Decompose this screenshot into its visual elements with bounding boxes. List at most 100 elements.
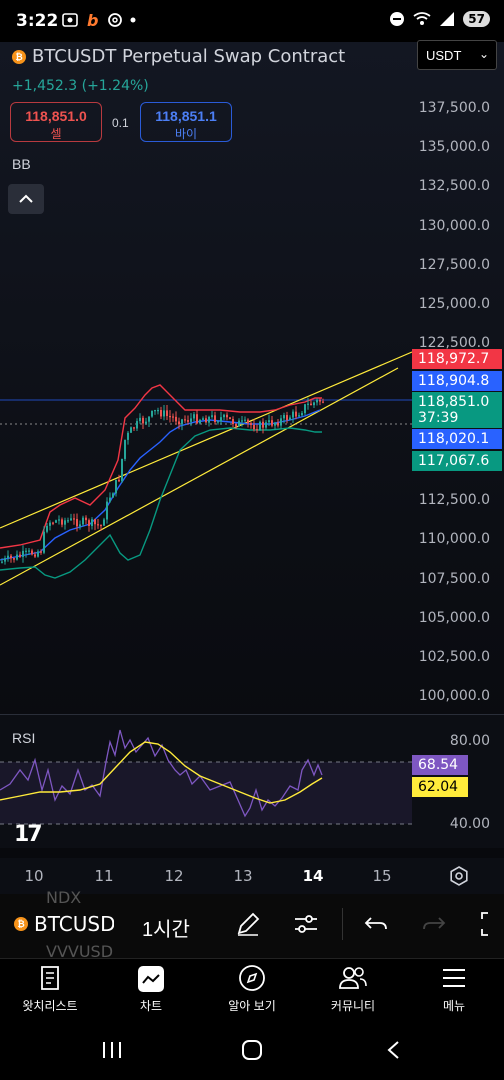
rsi-chart[interactable]	[0, 714, 412, 848]
candle-body	[109, 497, 111, 502]
nav-menu[interactable]: 메뉴	[404, 964, 504, 1014]
candle-body	[304, 404, 306, 414]
candle-body	[229, 417, 231, 420]
candle-body	[208, 416, 210, 423]
nav-label: 메뉴	[442, 999, 466, 1013]
candle-body	[253, 424, 255, 430]
price-axis-label: 130,000.0	[418, 218, 490, 234]
status-system-icons: 57	[389, 11, 490, 27]
symbol-search-button[interactable]: ₿ BTCUSDT	[14, 912, 114, 936]
indicator-label-bb[interactable]: BB	[12, 156, 31, 172]
candle-body	[34, 554, 36, 557]
candle-body	[307, 403, 309, 405]
candle-body	[283, 415, 285, 419]
spread-value: 0.1	[112, 116, 129, 130]
candle-body	[310, 403, 312, 406]
currency-select[interactable]: USDT ⌄	[417, 40, 497, 70]
candle-body	[244, 419, 246, 421]
candle-body	[142, 417, 144, 424]
candle-body	[55, 520, 57, 523]
sell-label: 셀	[50, 127, 62, 141]
rsi-band	[0, 762, 412, 824]
candle-body	[169, 415, 171, 418]
candle-body	[274, 422, 276, 426]
candle-body	[31, 550, 33, 555]
indicator-label-rsi[interactable]: RSI	[12, 730, 35, 746]
candle-body	[256, 429, 258, 431]
price-axis-label: 127,500.0	[418, 257, 490, 273]
nav-chart[interactable]: 차트	[101, 964, 201, 1014]
bitcoin-icon: ₿	[14, 917, 28, 931]
buy-price: 118,851.1	[155, 108, 217, 124]
bb-lower-band	[0, 427, 322, 579]
candles	[1, 397, 324, 565]
nav-explore[interactable]: 알아 보기	[202, 964, 302, 1014]
candle-body	[124, 439, 126, 459]
symbol-header[interactable]: ₿ BTCUSDT Perpetual Swap Contract	[12, 46, 345, 67]
candle-body	[121, 458, 123, 482]
compass-icon	[239, 965, 265, 991]
candle-body	[76, 519, 78, 527]
candle-body	[259, 421, 261, 431]
candle-body	[226, 414, 228, 418]
candle-body	[184, 419, 186, 421]
candle-body	[82, 517, 84, 525]
candle-body	[247, 419, 249, 424]
rsi-axis-bottom: 40.00	[449, 816, 490, 832]
chart-settings-icon[interactable]	[448, 865, 470, 887]
candle-body	[232, 419, 234, 425]
recent-apps-icon[interactable]	[100, 1040, 124, 1060]
candle-body	[166, 410, 168, 416]
candle-body	[217, 421, 219, 423]
candle-body	[145, 421, 147, 424]
threads-icon	[108, 13, 122, 27]
nav-watchlist[interactable]: 왓치리스트	[0, 964, 100, 1014]
status-notification-icons: b	[62, 12, 136, 28]
back-icon[interactable]	[384, 1040, 404, 1060]
toolbar-symbol: BTCUSDT	[34, 912, 114, 936]
nav-label: 왓치리스트	[22, 999, 78, 1013]
bb-lower-blue-tag: 118,020.1	[412, 429, 502, 449]
collapse-button[interactable]	[8, 184, 44, 214]
redo-icon[interactable]	[420, 910, 448, 938]
sell-button[interactable]: 118,851.0 셀	[10, 102, 102, 142]
candle-body	[100, 524, 102, 527]
buy-button[interactable]: 118,851.1 바이	[140, 102, 232, 142]
nav-community[interactable]: 커뮤니티	[303, 964, 403, 1014]
bb-basis-tag: 118,904.8	[412, 371, 502, 391]
candle-body	[16, 554, 18, 560]
candle-body	[139, 417, 141, 422]
fullscreen-icon[interactable]	[478, 910, 504, 938]
candle-body	[118, 479, 120, 482]
indicators-icon[interactable]	[292, 910, 320, 938]
candle-body	[172, 416, 174, 418]
candle-body	[154, 410, 156, 412]
price-axis-label: 137,500.0	[418, 100, 490, 116]
price-axis-label: 100,000.0	[418, 688, 490, 704]
candle-body	[127, 432, 129, 440]
currency-value: USDT	[426, 48, 462, 63]
symbol-title: BTCUSDT Perpetual Swap Contract	[32, 46, 346, 67]
trend-line-upper	[0, 351, 412, 529]
candle-body	[25, 550, 27, 552]
dot-icon	[130, 17, 136, 23]
undo-icon[interactable]	[362, 910, 390, 938]
home-icon[interactable]	[241, 1039, 263, 1061]
candle-body	[40, 551, 42, 553]
candle-body	[148, 416, 150, 422]
rsi-axis-top: 80.00	[449, 733, 490, 749]
drawing-tools-icon[interactable]	[234, 910, 262, 938]
candle-body	[214, 415, 216, 423]
candle-body	[64, 520, 66, 525]
candle-body	[235, 424, 237, 427]
candle-body	[85, 517, 87, 521]
time-label: 15	[372, 867, 392, 885]
candle-body	[223, 414, 225, 418]
interval-button[interactable]: 1시간	[142, 913, 190, 942]
price-chart[interactable]	[0, 42, 412, 714]
candle-body	[211, 415, 213, 417]
wifi-icon	[413, 12, 431, 25]
sell-price: 118,851.0	[25, 108, 87, 124]
trend-line-lower	[0, 367, 399, 586]
candle-body	[61, 519, 63, 525]
